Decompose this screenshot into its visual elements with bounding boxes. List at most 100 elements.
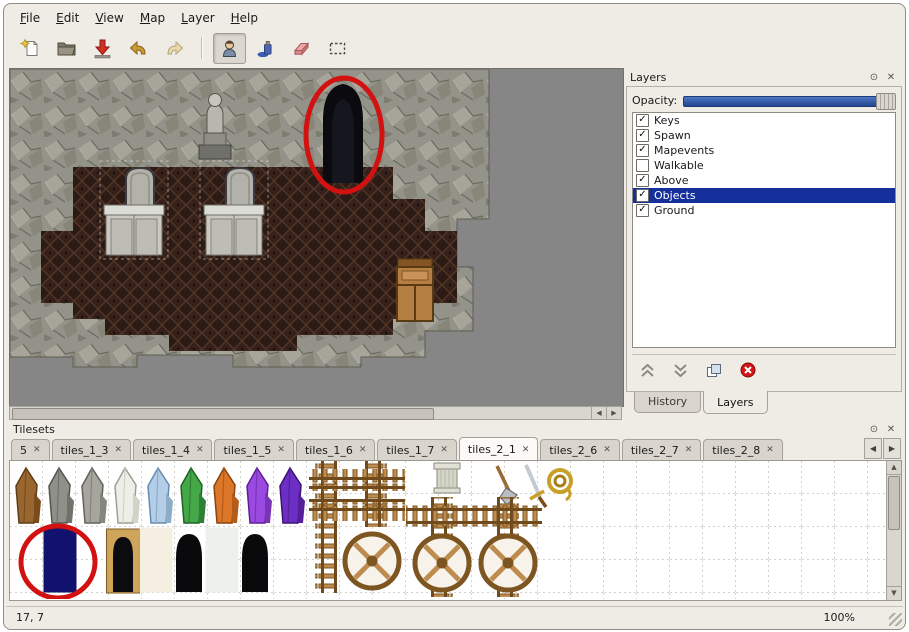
- tileset-tab-3[interactable]: tiles_1_5 ✕: [214, 439, 293, 460]
- tileset-tab-bar: 5 ✕ tiles_1_3 ✕ tiles_1_4 ✕ tiles_1_5 ✕ …: [9, 437, 902, 461]
- layer-row-mapevents[interactable]: ✓ Mapevents: [633, 143, 895, 158]
- close-tab-icon[interactable]: ✕: [522, 445, 530, 455]
- close-tab-icon[interactable]: ✕: [33, 445, 41, 455]
- opacity-slider[interactable]: [683, 92, 896, 109]
- layers-panel-body: Opacity: ✓ Keys ✓ Spawn ✓ Mapevents: [626, 86, 902, 392]
- tileset-canvas[interactable]: ▲ ▼: [9, 460, 902, 601]
- layer-checkbox[interactable]: ✓: [636, 189, 649, 202]
- eraser-icon: [291, 38, 312, 59]
- scroll-down-button[interactable]: ▼: [887, 586, 901, 600]
- tab-history[interactable]: History: [634, 392, 701, 413]
- tileset-tab-6-active[interactable]: tiles_2_1 ✕: [459, 437, 538, 461]
- tilesets-panel-titlebar: Tilesets ⊙ ✕: [9, 420, 902, 438]
- layer-row-spawn[interactable]: ✓ Spawn: [633, 128, 895, 143]
- layer-label: Objects: [654, 189, 696, 202]
- float-panel-icon[interactable]: ⊙: [867, 71, 881, 84]
- close-tab-icon[interactable]: ✕: [603, 445, 611, 455]
- layer-checkbox[interactable]: ✓: [636, 144, 649, 157]
- menu-file[interactable]: File: [12, 8, 48, 28]
- map-object-dark-figure[interactable]: [323, 84, 363, 183]
- tileset-tab-4[interactable]: tiles_1_6 ✕: [296, 439, 375, 460]
- chevron-up-icon: [640, 364, 655, 377]
- tileset-tab-0[interactable]: 5 ✕: [11, 439, 50, 460]
- tileset-crystals: [16, 468, 305, 523]
- select-tool-button[interactable]: [321, 33, 354, 64]
- eraser-tool-button[interactable]: [285, 33, 318, 64]
- menu-help[interactable]: Help: [223, 8, 266, 28]
- layer-row-above[interactable]: ✓ Above: [633, 173, 895, 188]
- layer-label: Walkable: [654, 159, 704, 172]
- close-panel-icon[interactable]: ✕: [884, 423, 898, 436]
- tab-scroll-right-button[interactable]: ▶: [883, 438, 901, 459]
- selected-navy-tile[interactable]: [44, 528, 77, 593]
- tileset-tab-9[interactable]: tiles_2_8 ✕: [703, 439, 782, 460]
- scroll-up-button[interactable]: ▲: [887, 461, 901, 475]
- open-folder-icon: [56, 38, 77, 59]
- undo-icon: [128, 38, 149, 59]
- layer-label: Mapevents: [654, 144, 714, 157]
- scroll-left-button[interactable]: ◀: [591, 407, 606, 419]
- close-tab-icon[interactable]: ✕: [114, 445, 122, 455]
- menu-view[interactable]: View: [87, 8, 131, 28]
- layer-row-objects[interactable]: ✓ Objects: [633, 188, 895, 203]
- tileset-tab-5[interactable]: tiles_1_7 ✕: [377, 439, 456, 460]
- tilesets-panel-title: Tilesets: [13, 423, 55, 436]
- tileset-tab-2[interactable]: tiles_1_4 ✕: [133, 439, 212, 460]
- close-tab-icon[interactable]: ✕: [196, 445, 204, 455]
- float-panel-icon[interactable]: ⊙: [867, 423, 881, 436]
- scroll-right-button[interactable]: ▶: [606, 407, 621, 419]
- close-panel-icon[interactable]: ✕: [884, 71, 898, 84]
- close-tab-icon[interactable]: ✕: [440, 445, 448, 455]
- opacity-slider-track[interactable]: [683, 96, 894, 107]
- undo-button[interactable]: [122, 33, 155, 64]
- character-tool-button[interactable]: [213, 33, 246, 64]
- delete-layer-button[interactable]: [740, 362, 756, 381]
- layer-checkbox[interactable]: ✓: [636, 204, 649, 217]
- scrollbar-thumb[interactable]: [12, 408, 434, 420]
- open-button[interactable]: [50, 33, 83, 64]
- tileset-tab-1[interactable]: tiles_1_3 ✕: [52, 439, 131, 460]
- tileset-vertical-scrollbar[interactable]: ▲ ▼: [886, 461, 901, 600]
- menu-layer[interactable]: Layer: [173, 8, 222, 28]
- dock-tabs: History Layers: [634, 392, 768, 414]
- tileset-column-tile: [434, 463, 460, 493]
- move-layer-up-button[interactable]: [640, 364, 655, 380]
- app-window: File Edit View Map Layer Help: [3, 3, 906, 630]
- layer-label: Ground: [654, 204, 694, 217]
- zoom-level: 100%: [824, 611, 855, 624]
- scrollbar-thumb[interactable]: [888, 476, 900, 530]
- close-tab-icon[interactable]: ✕: [685, 445, 693, 455]
- layer-row-ground[interactable]: ✓ Ground: [633, 203, 895, 218]
- map-canvas[interactable]: [9, 68, 624, 407]
- duplicate-layer-button[interactable]: [706, 363, 722, 381]
- layer-checkbox[interactable]: ✓: [636, 114, 649, 127]
- layer-row-walkable[interactable]: Walkable: [633, 158, 895, 173]
- layer-checkbox[interactable]: ✓: [636, 174, 649, 187]
- close-tab-icon[interactable]: ✕: [359, 445, 367, 455]
- layer-label: Keys: [654, 114, 680, 127]
- close-tab-icon[interactable]: ✕: [277, 445, 285, 455]
- toolbar-separator: [201, 37, 203, 59]
- menu-edit[interactable]: Edit: [48, 8, 87, 28]
- map-object-cabinet[interactable]: [397, 259, 433, 321]
- menu-map[interactable]: Map: [132, 8, 173, 28]
- delete-icon: [740, 362, 756, 378]
- redo-button[interactable]: [158, 33, 191, 64]
- tileset-tab-8[interactable]: tiles_2_7 ✕: [622, 439, 701, 460]
- tab-scroll-left-button[interactable]: ◀: [864, 438, 882, 459]
- new-map-button[interactable]: [14, 33, 47, 64]
- close-tab-icon[interactable]: ✕: [766, 445, 774, 455]
- layer-row-keys[interactable]: ✓ Keys: [633, 113, 895, 128]
- fill-tool-button[interactable]: [249, 33, 282, 64]
- opacity-slider-handle[interactable]: [876, 93, 896, 110]
- tab-layers[interactable]: Layers: [703, 391, 767, 414]
- tileset-tab-7[interactable]: tiles_2_6 ✕: [540, 439, 619, 460]
- move-layer-down-button[interactable]: [673, 364, 688, 380]
- map-horizontal-scrollbar[interactable]: ◀ ▶: [9, 406, 622, 420]
- character-sprite-icon: [219, 38, 240, 59]
- chevron-down-icon: [673, 364, 688, 377]
- layer-checkbox[interactable]: [636, 159, 649, 172]
- layer-checkbox[interactable]: ✓: [636, 129, 649, 142]
- save-button[interactable]: [86, 33, 119, 64]
- resize-grip[interactable]: [889, 613, 902, 626]
